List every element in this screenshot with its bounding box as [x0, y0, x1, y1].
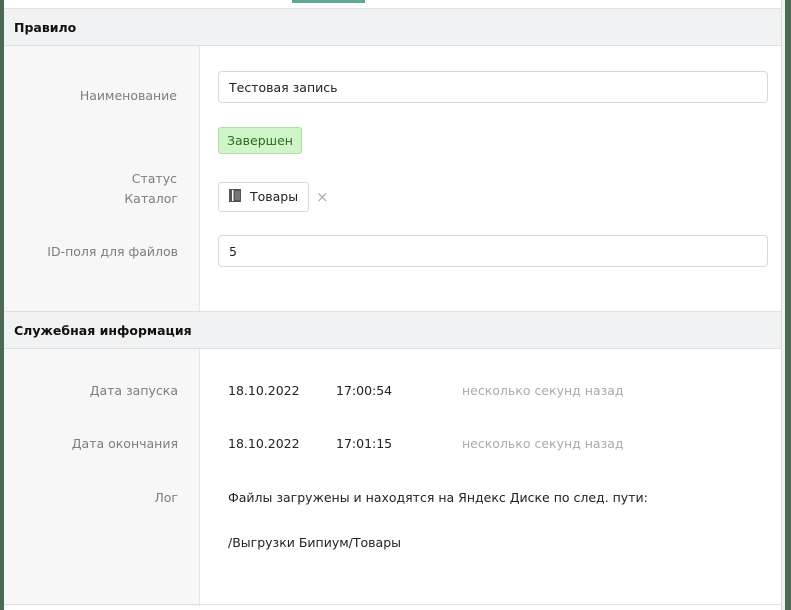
file-field-label: ID-поля для файлов [47, 244, 178, 259]
file-field-input[interactable]: 5 [218, 235, 768, 267]
end-date-value: 18.10.2022 [228, 436, 300, 451]
catalog-label: Каталог [124, 191, 178, 206]
end-date-label: Дата окончания [71, 436, 178, 451]
end-relative-time: несколько секунд назад [462, 436, 624, 451]
section-divider [4, 604, 781, 605]
catalog-chip[interactable]: Товары [218, 182, 310, 212]
window-frame-right [785, 0, 791, 610]
start-date-value: 18.10.2022 [228, 383, 300, 398]
catalog-remove-icon[interactable]: × [316, 188, 329, 206]
end-time-value: 17:01:15 [336, 436, 393, 451]
active-tab-indicator [292, 0, 365, 3]
rule-label-column: Наименование Статус [4, 46, 200, 311]
file-field-input-value: 5 [229, 244, 237, 259]
log-text-line-1: Файлы загружены и находятся на Яндекс Ди… [228, 490, 648, 505]
rule-section-header[interactable]: Правило [4, 8, 781, 46]
start-time-value: 17:00:54 [336, 383, 393, 398]
log-label: Лог [154, 490, 178, 505]
start-relative-time: несколько секунд назад [462, 383, 624, 398]
start-date-label: Дата запуска [89, 383, 178, 398]
name-input-value: Тестовая запись [229, 80, 338, 95]
service-section-title: Служебная информация [14, 323, 192, 338]
name-input[interactable]: Тестовая запись [218, 71, 768, 103]
service-section-header[interactable]: Служебная информация [4, 311, 781, 349]
catalog-book-icon [229, 184, 241, 212]
rule-section-title: Правило [14, 20, 77, 35]
name-label: Наименование [79, 88, 177, 103]
catalog-chip-label: Товары [249, 189, 299, 204]
status-badge: Завершен [218, 127, 302, 154]
log-text-line-2: /Выгрузки Бипиум/Товары [228, 535, 401, 550]
record-panel: Правило Наименование Статус Каталог ID-п… [4, 8, 781, 610]
status-label: Статус [131, 171, 177, 186]
